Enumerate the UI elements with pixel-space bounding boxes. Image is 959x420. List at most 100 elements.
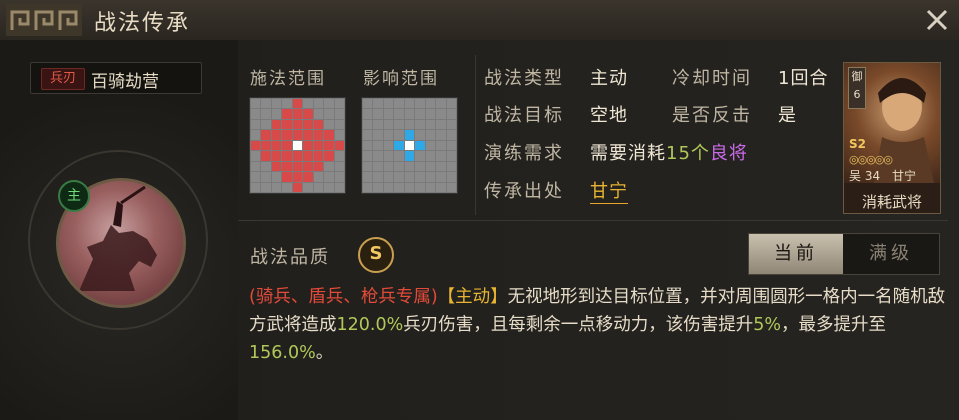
grid-cell [251, 161, 261, 172]
grid-cell [251, 109, 261, 119]
grid-cell [334, 161, 344, 172]
grid-cell [383, 119, 394, 130]
grid-cell [363, 130, 373, 140]
grid-cell [292, 151, 303, 161]
consumed-hero-card[interactable]: 御6 S2 ◎◎◎◎◎ 吴 34 甘宁 消耗武将 [843, 62, 941, 214]
grid-cell [324, 151, 334, 161]
grid-cell [261, 99, 271, 109]
cooldown-value: 1回合 [778, 68, 829, 89]
page-title: 战法传承 [94, 11, 191, 36]
skill-type-value: 主动 [590, 68, 628, 89]
hero-corner-char: 御 [851, 70, 863, 83]
grid-cell [415, 119, 425, 130]
divider [475, 55, 476, 215]
skill-name: 百骑劫营 [91, 72, 159, 92]
counter-label: 是否反击 [672, 105, 752, 126]
desc-text-2: 兵刃伤害，且每剩余一点移动力，该伤害提升 [403, 315, 754, 335]
grid-cell [313, 151, 324, 161]
grid-cell [292, 182, 303, 192]
grid-cell [425, 161, 436, 172]
grid-cell [404, 119, 415, 130]
grid-cell [324, 109, 334, 119]
grid-cell [303, 119, 313, 130]
grid-cell [292, 109, 303, 119]
grid-cell [436, 109, 446, 119]
grid-cell [415, 99, 425, 109]
grid-cell [261, 119, 271, 130]
grid-cell [373, 130, 383, 140]
tab-max-level[interactable]: 满级 [844, 234, 938, 274]
grid-cell [363, 161, 373, 172]
grid-cell [334, 130, 344, 140]
quality-grade-badge: S [358, 237, 394, 273]
grid-cell [383, 140, 394, 151]
desc-text-4: 。 [315, 343, 334, 363]
grid-cell [446, 182, 456, 192]
grid-cell [363, 109, 373, 119]
grid-cell [261, 109, 271, 119]
skill-name-box: 兵刃 百骑劫营 [30, 62, 202, 94]
grid-cell [282, 151, 292, 161]
divider [238, 220, 948, 221]
grid-cell [282, 172, 292, 182]
hero-meta: 吴 34 甘宁 [849, 167, 916, 184]
grid-cell [363, 99, 373, 109]
grid-cell [282, 109, 292, 119]
grid-cell [324, 119, 334, 130]
grid-cell [334, 182, 344, 192]
effect-range-grid [361, 97, 458, 194]
grid-cell [404, 151, 415, 161]
grid-cell [324, 161, 334, 172]
grid-cell [436, 161, 446, 172]
grid-cell [404, 99, 415, 109]
grid-cell [271, 151, 282, 161]
drill-item-link[interactable]: 良将 [710, 143, 748, 164]
drill-count: 15个 [666, 143, 710, 164]
grid-cell [404, 161, 415, 172]
grid-cell [303, 182, 313, 192]
skill-description: (骑兵、盾兵、枪兵专属)【主动】无视地形到达目标位置，并对周围圆形一格内一名随机… [249, 283, 949, 367]
grid-cell [373, 119, 383, 130]
grid-cell [261, 182, 271, 192]
grid-cell [334, 172, 344, 182]
grid-cell [251, 130, 261, 140]
grid-cell [373, 172, 383, 182]
grid-cell [404, 140, 415, 151]
skill-target-value: 空地 [590, 105, 628, 126]
grid-cell [383, 151, 394, 161]
grid-cell [373, 99, 383, 109]
grid-cell [334, 140, 344, 151]
grid-cell [404, 172, 415, 182]
grid-cell [404, 182, 415, 192]
effect-range-label: 影响范围 [363, 69, 439, 89]
close-icon[interactable] [923, 6, 951, 34]
grid-cell [271, 109, 282, 119]
grid-cell [394, 161, 404, 172]
grid-cell [436, 182, 446, 192]
grid-cell [292, 99, 303, 109]
level-tabs: 当前 满级 [748, 233, 940, 275]
grid-cell [425, 130, 436, 140]
grid-cell [394, 172, 404, 182]
grid-cell [436, 172, 446, 182]
skill-tag: 【主动】 [437, 287, 508, 307]
grid-cell [363, 151, 373, 161]
grid-cell [446, 172, 456, 182]
tab-current[interactable]: 当前 [749, 234, 843, 274]
grid-cell [446, 130, 456, 140]
origin-hero-link[interactable]: 甘宁 [590, 177, 628, 204]
grid-cell [303, 130, 313, 140]
grid-cell [324, 140, 334, 151]
grid-cell [324, 99, 334, 109]
grid-cell [436, 119, 446, 130]
grid-cell [271, 99, 282, 109]
skill-target-label: 战法目标 [484, 105, 564, 126]
title-bar: 战法传承 [0, 0, 959, 41]
grid-cell [261, 130, 271, 140]
grid-cell [394, 140, 404, 151]
hero-faction: 吴 [849, 169, 862, 183]
grid-cell [415, 140, 425, 151]
grid-cell [334, 99, 344, 109]
grid-cell [251, 151, 261, 161]
grid-cell [446, 109, 456, 119]
